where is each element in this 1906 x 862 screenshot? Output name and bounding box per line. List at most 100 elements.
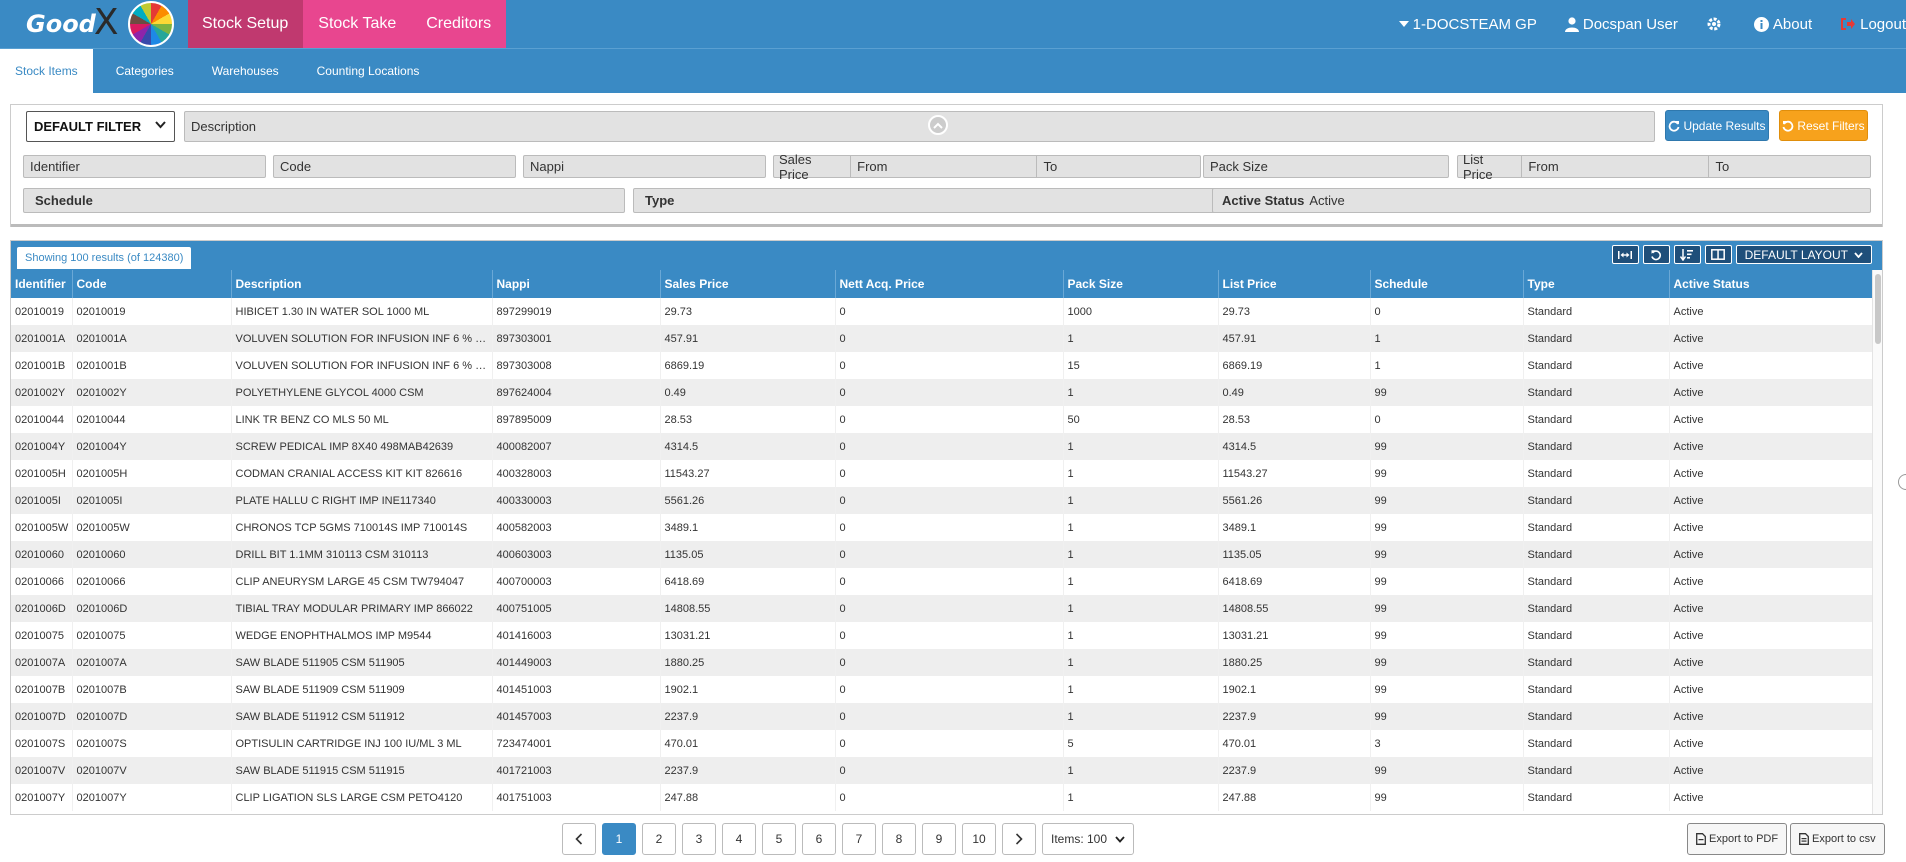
export-csv-button[interactable]: Export to csv — [1790, 823, 1885, 855]
nav-stock-setup[interactable]: Stock Setup — [188, 0, 304, 48]
fit-columns-button[interactable] — [1611, 245, 1639, 264]
export-pdf-button[interactable]: Export to PDF — [1687, 823, 1788, 855]
table-cell: 6418.69 — [660, 568, 836, 595]
table-row[interactable]: 0201001A 0201001A VOLUVEN SOLUTION FOR INF… — [11, 325, 1875, 352]
grid-scrollbar[interactable] — [1872, 270, 1882, 814]
active-status-filter[interactable]: Active Status Active — [1212, 188, 1871, 213]
collapse-filter-button[interactable] — [928, 115, 948, 135]
table-cell: 0 — [1370, 406, 1524, 433]
tab-counting-locations[interactable]: Counting Locations — [302, 49, 435, 93]
column-header[interactable]: Schedule — [1370, 270, 1524, 298]
table-row[interactable]: 02010075 02010075 WEDGE ENOPHTHALMOS IMP M… — [11, 622, 1875, 649]
table-cell: 247.88 — [660, 784, 836, 811]
description-filter[interactable]: Description — [184, 111, 1655, 142]
columns-button[interactable] — [1704, 245, 1732, 264]
side-panel-handle[interactable] — [1898, 474, 1906, 490]
table-row[interactable]: 02010044 02010044 LINK TR BENZ CO MLS 50 M… — [11, 406, 1875, 433]
column-header[interactable]: List Price — [1218, 270, 1371, 298]
layout-dropdown[interactable]: DEFAULT LAYOUT — [1735, 245, 1872, 264]
items-per-page-select[interactable]: Items: 100 — [1042, 823, 1135, 855]
schedule-filter[interactable]: Schedule — [23, 188, 625, 213]
column-header[interactable]: Identifier — [11, 270, 73, 298]
column-header[interactable]: Active Status — [1669, 270, 1875, 298]
table-row[interactable]: 0201005W 0201005W CHRONOS TCP 5GMS 710014S… — [11, 514, 1875, 541]
table-row[interactable]: 0201006D 0201006D TIBIAL TRAY MODULAR PRIM… — [11, 595, 1875, 622]
table-row[interactable]: 0201007A 0201007A SAW BLADE 511905 CSM 511… — [11, 649, 1875, 676]
table-cell: 0201002Y — [72, 379, 232, 406]
stock-items-grid: Showing 100 results (of 124380) DEFAULT … — [10, 240, 1883, 815]
nappi-filter[interactable]: Nappi — [523, 155, 766, 178]
page-button[interactable]: 1 — [602, 823, 636, 855]
table-cell: 4314.5 — [660, 433, 836, 460]
page-button[interactable]: 3 — [682, 823, 716, 855]
about-link[interactable]: About — [1753, 16, 1812, 33]
column-header[interactable]: Pack Size — [1063, 270, 1219, 298]
sales-price-filter[interactable]: Sales Price From To — [773, 152, 1201, 182]
page-button[interactable]: 2 — [642, 823, 676, 855]
reset-grid-button[interactable] — [1642, 245, 1670, 264]
table-row[interactable]: 0201007B 0201007B SAW BLADE 511909 CSM 511… — [11, 676, 1875, 703]
page-button[interactable]: 7 — [842, 823, 876, 855]
table-row[interactable]: 0201005H 0201005H CODMAN CRANIAL ACCESS KI… — [11, 460, 1875, 487]
table-cell: 2237.9 — [1218, 703, 1371, 730]
tab-stock-items[interactable]: Stock Items — [0, 49, 93, 93]
table-row[interactable]: 02010019 02010019 HIBICET 1.30 IN WATER SO… — [11, 298, 1875, 325]
table-cell: SAW BLADE 511912 CSM 511912 — [231, 703, 493, 730]
page-button[interactable]: 9 — [922, 823, 956, 855]
practice-dropdown[interactable]: 1-DOCSTEAM GP — [1398, 16, 1537, 33]
table-cell: 50 — [1063, 406, 1219, 433]
filter-preset-select[interactable]: DEFAULT FILTER — [26, 111, 175, 142]
code-filter[interactable]: Code — [273, 155, 516, 178]
grid-scrollbar-thumb[interactable] — [1875, 274, 1881, 344]
table-row[interactable]: 0201002Y 0201002Y POLYETHYLENE GLYCOL 4000… — [11, 379, 1875, 406]
column-header[interactable]: Nett Acq. Price — [835, 270, 1064, 298]
sales-price-to[interactable]: To — [1036, 156, 1200, 177]
identifier-filter[interactable]: Identifier — [23, 155, 266, 178]
column-header[interactable]: Code — [72, 270, 232, 298]
table-cell: 1 — [1063, 487, 1219, 514]
column-header[interactable]: Type — [1523, 270, 1670, 298]
type-filter[interactable]: Type — [633, 188, 1218, 213]
list-price-filter[interactable]: List Price From To — [1457, 152, 1871, 182]
nav-stock-take[interactable]: Stock Take — [303, 0, 412, 48]
settings-button[interactable] — [1706, 16, 1726, 32]
update-results-button[interactable]: Update Results — [1665, 110, 1769, 141]
sort-button[interactable] — [1673, 245, 1701, 264]
table-row[interactable]: 02010060 02010060 DRILL BIT 1.1MM 310113 C… — [11, 541, 1875, 568]
column-header[interactable]: Description — [231, 270, 493, 298]
table-row[interactable]: 0201007S 0201007S OPTISULIN CARTRIDGE INJ … — [11, 730, 1875, 757]
table-row[interactable]: 0201004Y 0201004Y SCREW PEDICAL IMP 8X40 4… — [11, 433, 1875, 460]
color-wheel-icon[interactable] — [128, 1, 174, 47]
table-row[interactable]: 0201005I 0201005I PLATE HALLU C RIGHT IMP … — [11, 487, 1875, 514]
table-cell: 13031.21 — [1218, 622, 1371, 649]
column-header[interactable]: Sales Price — [660, 270, 836, 298]
page-button[interactable]: 5 — [762, 823, 796, 855]
tab-categories[interactable]: Categories — [101, 49, 189, 93]
table-row[interactable]: 0201007D 0201007D SAW BLADE 511912 CSM 511… — [11, 703, 1875, 730]
nav-creditors[interactable]: Creditors — [411, 0, 507, 48]
list-price-from[interactable]: From — [1521, 156, 1702, 177]
next-page-button[interactable] — [1002, 823, 1036, 855]
reset-filters-button[interactable]: Reset Filters — [1779, 110, 1868, 141]
table-cell: Active — [1669, 622, 1875, 649]
prev-page-button[interactable] — [562, 823, 596, 855]
logout-link[interactable]: Logout — [1840, 16, 1906, 33]
column-header[interactable]: Nappi — [492, 270, 661, 298]
table-row[interactable]: 0201001B 0201001B VOLUVEN SOLUTION FOR INF… — [11, 352, 1875, 379]
page-button[interactable]: 8 — [882, 823, 916, 855]
table-row[interactable]: 0201007V 0201007V SAW BLADE 511915 CSM 511… — [11, 757, 1875, 784]
table-cell: 1880.25 — [660, 649, 836, 676]
list-price-to[interactable]: To — [1708, 156, 1870, 177]
table-row[interactable]: 02010066 02010066 CLIP ANEURYSM LARGE 45 C… — [11, 568, 1875, 595]
table-cell: 0201005W — [11, 514, 73, 541]
page-button[interactable]: 4 — [722, 823, 756, 855]
table-row[interactable]: 0201007Y 0201007Y CLIP LIGATION SLS LARGE … — [11, 784, 1875, 811]
page-button[interactable]: 10 — [962, 823, 996, 855]
sales-price-from[interactable]: From — [850, 156, 1030, 177]
page-button[interactable]: 6 — [802, 823, 836, 855]
pack-size-filter[interactable]: Pack Size — [1203, 155, 1449, 178]
tab-warehouses[interactable]: Warehouses — [197, 49, 294, 93]
user-menu[interactable]: Docspan User — [1564, 16, 1678, 33]
undo-icon — [1651, 249, 1662, 260]
goodx-logo[interactable]: Good X — [0, 0, 119, 48]
